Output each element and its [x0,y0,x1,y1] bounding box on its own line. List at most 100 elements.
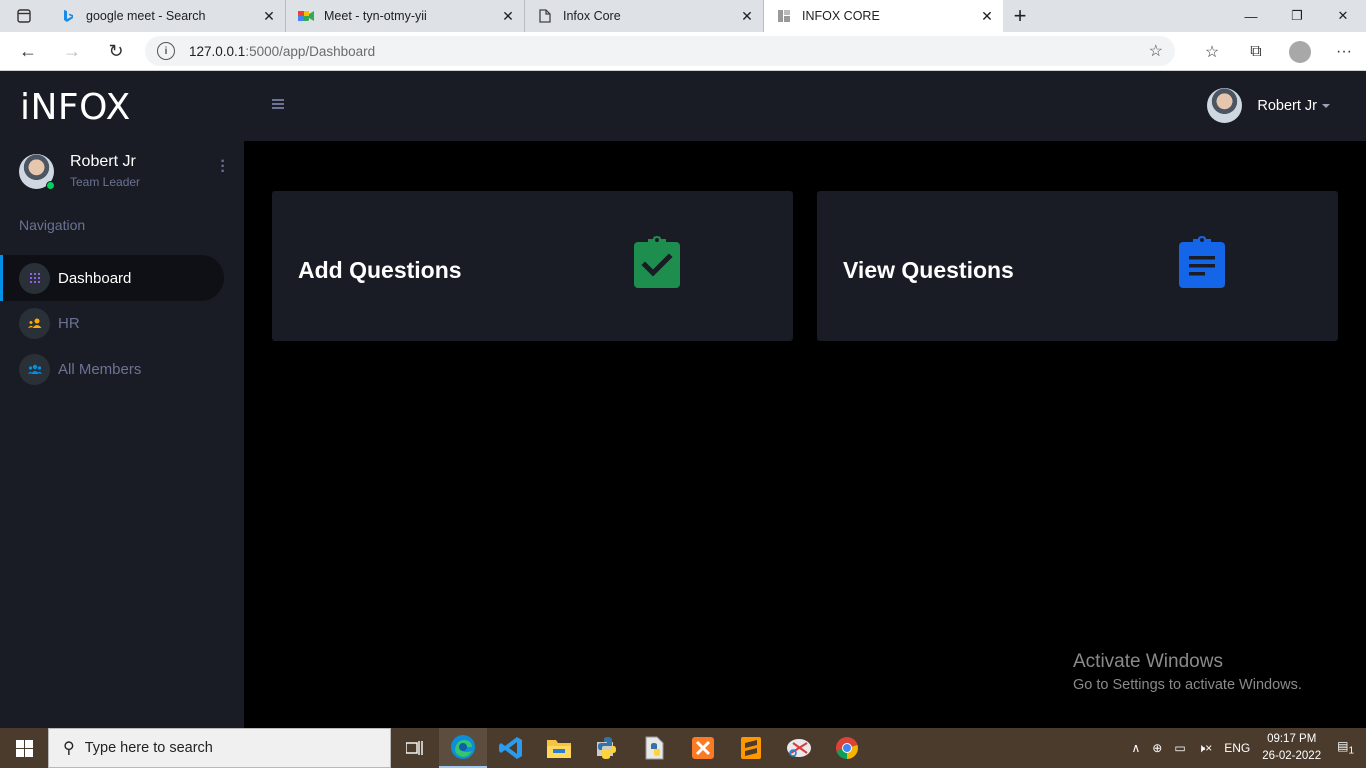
add-favorite-icon[interactable]: ☆ [1149,41,1163,61]
chevron-up-icon[interactable]: ∧ [1131,741,1140,755]
favorites-icon[interactable]: ☆ [1190,34,1234,70]
more-menu-icon[interactable]: ··· [1322,34,1366,70]
clock-date: 26-02-2022 [1262,750,1322,762]
address-bar: ← → ↻ i 127.0.0.1:5000/app/Dashboard ☆ ☆… [0,32,1366,71]
xampp-taskbar-icon[interactable] [679,728,727,768]
clipboard-check-icon [634,236,680,293]
clipboard-list-icon [1179,236,1225,293]
clock-time: 09:17 PM [1267,733,1317,745]
window-controls: — ❐ ✕ [1228,0,1366,32]
nav-heading: Navigation [19,217,86,233]
grid-icon [19,262,50,294]
tab-actions-button[interactable] [0,0,48,32]
task-view-icon[interactable] [391,728,439,768]
logo[interactable]: iNFOX [20,87,131,128]
tab-title: Meet - tyn-otmy-yii [324,9,427,23]
tab-title: INFOX CORE [802,9,880,23]
minimize-button[interactable]: — [1228,0,1274,32]
sidebar-item-dashboard[interactable]: Dashboard [0,255,224,301]
windows-start-button[interactable] [0,728,48,768]
profile-button[interactable] [1278,34,1322,70]
sidebar-user: Robert Jr Team Leader · · · [19,151,229,191]
forward-button[interactable]: → [50,33,94,69]
search-placeholder: Type here to search [84,740,213,756]
speaker-muted-icon[interactable]: 🕨× [1198,741,1213,756]
chevron-down-icon [1322,103,1330,108]
sidebar-item-all-members[interactable]: All Members [0,346,224,392]
tab-title: Infox Core [563,9,621,23]
user-group-icon [19,307,50,339]
close-icon[interactable]: ✕ [739,8,755,24]
add-questions-card[interactable]: Add Questions [272,191,793,341]
profile-avatar [1289,40,1311,63]
close-icon[interactable]: ✕ [979,8,995,24]
system-tray: ∧ ⊕ ▭ 🕨× ENG 09:17 PM 26-02-2022 ▤1 [1125,728,1366,768]
avatar [1207,88,1243,123]
taskbar: ⚲ Type here to search ∧ ⊕ ▭ 🕨× ENG 09:17… [0,728,1366,768]
site-info-icon[interactable]: i [157,42,175,60]
browser-tab-strip: google meet - Search ✕ Meet - tyn-otmy-y… [0,0,1366,32]
browser-tab[interactable]: Infox Core ✕ [525,0,764,32]
more-options-icon[interactable]: · · · [217,154,229,180]
search-icon: ⚲ [63,740,75,757]
url-path: :5000/app/Dashboard [245,43,376,59]
profile-dropdown[interactable]: Robert Jr [1207,88,1330,123]
chrome-taskbar-icon[interactable] [823,728,871,768]
sidebar-item-hr[interactable]: HR [0,300,224,346]
menu-toggle-icon[interactable] [272,99,284,109]
watermark-subtitle: Go to Settings to activate Windows. [1073,677,1302,693]
restore-button[interactable]: ❐ [1274,0,1320,32]
online-status-dot [46,180,55,190]
sidebar: iNFOX Robert Jr Team Leader · · · Navigati… [0,71,244,728]
new-tab-button[interactable]: + [1003,0,1037,32]
clock[interactable]: 09:17 PM 26-02-2022 [1262,731,1321,765]
avatar[interactable] [19,153,55,190]
python-installer-taskbar-icon[interactable] [631,728,679,768]
user-role: Team Leader [70,175,141,189]
top-navbar: Robert Jr [244,71,1366,141]
battery-icon[interactable]: ▭ [1174,741,1185,755]
tab-actions-icon [17,9,31,23]
file-explorer-taskbar-icon[interactable] [535,728,583,768]
members-icon [19,353,50,385]
browser-tab[interactable]: google meet - Search ✕ [48,0,286,32]
page-icon [776,8,792,24]
tab-title: google meet - Search [86,9,206,23]
sublime-taskbar-icon[interactable] [727,728,775,768]
sidebar-item-label: Dashboard [58,269,132,287]
page-icon [537,8,553,24]
snipping-tool-taskbar-icon[interactable] [775,728,823,768]
windows-logo-icon [15,739,33,757]
edge-taskbar-icon[interactable] [439,728,487,768]
app-root: iNFOX Robert Jr Team Leader · · · Navigati… [0,71,1366,728]
view-questions-card[interactable]: View Questions [817,191,1338,341]
browser-tab[interactable]: Meet - tyn-otmy-yii ✕ [286,0,525,32]
browser-tab-active[interactable]: INFOX CORE ✕ [764,0,1003,32]
google-meet-icon [298,8,314,24]
user-name: Robert Jr [70,153,136,170]
notification-icon[interactable]: ▤1 [1337,739,1354,756]
card-title: View Questions [843,257,1014,283]
url-host: 127.0.0.1 [189,43,246,59]
taskbar-search-box[interactable]: ⚲ Type here to search [48,728,391,768]
python-taskbar-icon[interactable] [583,728,631,768]
close-icon[interactable]: ✕ [261,8,277,24]
topbar-user-name: Robert Jr [1257,97,1317,114]
watermark-title: Activate Windows [1073,651,1223,672]
browser-toolbar: ☆ ⧉ ··· [1190,32,1366,71]
url-field[interactable]: i 127.0.0.1:5000/app/Dashboard ☆ [145,36,1175,66]
refresh-button[interactable]: ↻ [94,33,138,69]
card-title: Add Questions [298,257,462,283]
collections-icon[interactable]: ⧉ [1234,34,1278,70]
notification-count: 1 [1348,745,1354,757]
activation-watermark: Activate Windows Go to Settings to activ… [1073,651,1302,693]
back-button[interactable]: ← [6,33,50,69]
sidebar-item-label: HR [58,314,80,332]
globe-icon[interactable]: ⊕ [1152,741,1162,755]
close-window-button[interactable]: ✕ [1320,0,1366,32]
vscode-taskbar-icon[interactable] [487,728,535,768]
close-icon[interactable]: ✕ [500,8,516,24]
language-indicator[interactable]: ENG [1224,741,1250,755]
bing-icon [60,8,76,24]
sidebar-item-label: All Members [58,360,142,378]
